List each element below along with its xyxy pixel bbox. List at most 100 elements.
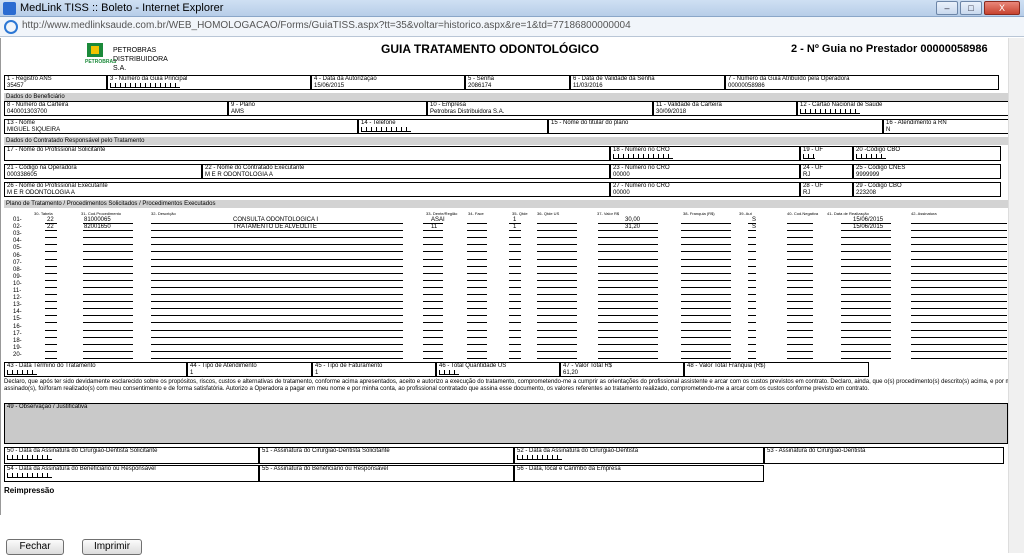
cell-number: 10-: [13, 280, 22, 287]
cell-number: 09-: [13, 273, 22, 280]
line-descricao: [151, 357, 403, 359]
field-atendimento-rn: 16 - Atendimento a RN N: [883, 119, 1020, 134]
cell-number: 07-: [13, 259, 22, 266]
field-cro-profissional: 27 - Número no CRO 00000: [610, 182, 800, 197]
table-header-0: 30- Tabela: [34, 211, 53, 216]
cell-number: 16-: [13, 323, 22, 330]
field-nome: 13 - Nome MIGUEL SIQUEIRA: [4, 119, 358, 134]
minimize-button[interactable]: –: [936, 1, 958, 15]
window-titlebar: MedLink TISS :: Boleto - Internet Explor…: [0, 0, 1024, 17]
cell-number: 02-: [13, 224, 22, 231]
line-valor: [598, 357, 658, 359]
line-assinatura: [911, 357, 1007, 359]
cell-number: 05-: [13, 245, 22, 252]
field-ass-dentista: 53 - Assinatura do Cirurgião-Dentista: [764, 447, 1004, 464]
cell-number: 03-: [13, 231, 22, 238]
cell-number: 13-: [13, 302, 22, 309]
cell-number: 01-: [13, 217, 22, 223]
field-profissional-solicitante: 17 - Nome do Profissional Solicitante: [4, 146, 610, 161]
section-plano: Plano de Tratamento / Procedimentos Soli…: [4, 200, 1021, 208]
logo-brand: PETROBRAS: [85, 59, 117, 65]
field-profissional-executante: 26 - Nome do Profissional Executante M E …: [4, 182, 610, 197]
declaration-text: Declaro, que após ter sido devidamente e…: [4, 379, 1017, 392]
table-header-7: 37- Valor R$: [597, 211, 620, 216]
line-codigo: [83, 357, 133, 359]
field-valor-total: 47 - Valor Total R$ 61,20: [560, 362, 684, 377]
table-header-3: 33- Dente/Região: [426, 211, 458, 216]
address-bar[interactable]: http://www.medlinksaude.com.br/WEB_HOMOL…: [0, 17, 1024, 37]
line-tabela: [45, 357, 57, 359]
field-data-autorizacao: 4 - Data da Autorização 15/06/2015: [311, 75, 465, 90]
table-header-12: 42- Assinatura: [911, 211, 937, 216]
table-header-8: 38- Franquia (R$): [683, 211, 715, 216]
petrobras-logo: PETROBRAS PETROBRAS DISTRIBUIDORA S.A.: [73, 42, 180, 72]
cell-number: 06-: [13, 252, 22, 259]
field-codigo-operadora: 21 - Código na Operadora 000338605: [4, 164, 202, 179]
field-total-quantidade: 46 - Total Quantidade US: [436, 362, 560, 377]
table-header-11: 41- Data de Realização: [827, 211, 869, 216]
cell-number: 14-: [13, 309, 22, 316]
line-aut: [748, 357, 756, 359]
section-contratado: Dados do Contratado Responsável pelo Tra…: [4, 137, 1021, 145]
field-data-ass-solicitante: 50 - Data da Assinatura do Cirurgião-Den…: [4, 447, 259, 464]
field-data-termino: 43 - Data Término do Tratamento: [4, 362, 187, 377]
address-url[interactable]: http://www.medlinksaude.com.br/WEB_HOMOL…: [22, 20, 631, 31]
table-header-2: 32- Descrição: [151, 211, 176, 216]
cell-number: 15-: [13, 316, 22, 323]
table-header-9: 39- Aut: [739, 211, 752, 216]
field-cbo-profissional: 29 - Código CBO 223208: [853, 182, 1001, 197]
field-senha: 5 - Senha 2086174: [465, 75, 570, 90]
table-header-4: 34- Face: [468, 211, 484, 216]
field-observacao: 49 - Observação / Justificativa: [4, 403, 1008, 444]
field-registro-ans: 1 - Registro ANS 35457: [4, 75, 107, 90]
line-qtde-us: [537, 357, 577, 359]
vertical-scrollbar[interactable]: [1008, 38, 1024, 553]
field-guia-operadora: 7 - Número da Guia Atribuído pela Operad…: [725, 75, 999, 90]
field-contratado-executante: 22 - Nome do Contratado Executante M E R …: [202, 164, 610, 179]
cell-number: 18-: [13, 337, 22, 344]
field-uf-profissional: 28 - UF RJ: [800, 182, 853, 197]
ie-icon: [4, 20, 18, 34]
table-header-10: 40- Cod.Negativa: [787, 211, 819, 216]
field-empresa: 10 - Empresa Petrobras Distribuidora S.A.: [427, 101, 653, 116]
field-cnes: 25 - Código CNES 9999999: [853, 164, 1001, 179]
field-validade-senha: 6 - Data de Validade da Senha 11/03/2016: [570, 75, 725, 90]
field-numero-carteira: 8 - Número da Carteira 040001303700: [4, 101, 228, 116]
br-logo-icon: [87, 43, 103, 57]
field-telefone: 14 - Telefone: [358, 119, 548, 134]
field-cro-executante: 23 - Número no CRO 00000: [610, 164, 800, 179]
window-title: MedLink TISS :: Boleto - Internet Explor…: [20, 2, 224, 14]
field-cbo-solicitante: 20 -Código CBO: [853, 146, 1001, 161]
cell-number: 20-: [13, 351, 22, 358]
field-data-ass-dentista: 52 - Data da Assinatura do Cirurgião-Den…: [514, 447, 764, 464]
field-ass-solicitante: 51 - Assinatura do Cirurgião-Dentista So…: [259, 447, 514, 464]
cell-number: 04-: [13, 238, 22, 245]
field-titular: 15 - Nome do titular do plano: [548, 119, 883, 134]
maximize-button[interactable]: □: [960, 1, 982, 15]
reprint-label: Reimpressão: [4, 486, 55, 495]
field-tipo-faturamento: 45 - Tipo de Faturamento 1: [312, 362, 436, 377]
close-window-button[interactable]: X: [984, 1, 1020, 15]
field-validade-carteira: 11 - Validade da Carteira 30/09/2018: [653, 101, 797, 116]
table-header-1: 31- Cod.Procedimento: [81, 211, 122, 216]
line-data: [841, 357, 891, 359]
field-uf-executante: 24 - UF RJ: [800, 164, 853, 179]
field-guia-principal: 3 - Número da Guia Principal: [107, 75, 311, 90]
table-header-6: 36- Qtde US: [537, 211, 560, 216]
field-uf-solicitante: 19 - UF: [800, 146, 853, 161]
line-face: [467, 357, 487, 359]
section-beneficiario: Dados do Beneficiário: [4, 93, 1021, 101]
cell-number: 12-: [13, 295, 22, 302]
field-tipo-atendimento: 44 - Tipo de Atendimento 1: [187, 362, 312, 377]
line-dente: [423, 357, 443, 359]
field-carimbo-empresa: 56 - Data, local e Carimbo da Empresa: [514, 465, 764, 482]
field-ass-beneficiario: 55 - Assinatura do Beneficiário ou Respo…: [259, 465, 514, 482]
line-franquia: [681, 357, 731, 359]
cell-number: 08-: [13, 266, 22, 273]
line-negativa: [787, 357, 813, 359]
ie-app-icon: [3, 2, 16, 15]
field-data-ass-beneficiario: 54 - Data da Assinatura do Beneficiário …: [4, 465, 259, 482]
field-cro-solicitante: 18 - Número no CRO: [610, 146, 800, 161]
field-cartao-nacional: 12 - Cartão Nacional de Saúde: [797, 101, 1020, 116]
cell-number: 11-: [13, 288, 22, 294]
